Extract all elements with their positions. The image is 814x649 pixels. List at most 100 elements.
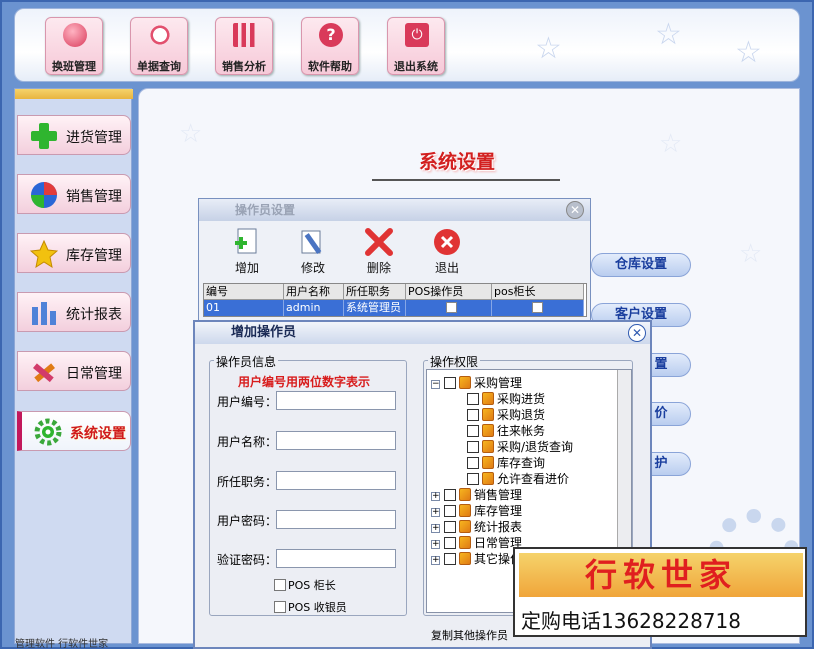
tree-node-label: 往来帐务 xyxy=(497,424,546,438)
title-underline xyxy=(372,179,560,181)
pos-chief-checkbox[interactable]: POS 柜长 xyxy=(274,577,336,593)
folder-icon xyxy=(459,376,471,389)
close-icon[interactable]: ✕ xyxy=(628,324,646,342)
pos-chief-checkbox[interactable] xyxy=(532,302,543,313)
tree-leaf[interactable]: 采购/退货查询 xyxy=(467,438,573,455)
folder-icon xyxy=(482,456,494,469)
tree-node-purchase[interactable]: − 采购管理 xyxy=(431,374,522,391)
sidebar-item-purchase[interactable]: 进货管理 xyxy=(17,115,131,155)
confirm-password-input[interactable] xyxy=(276,549,396,568)
tree-node-label: 库存查询 xyxy=(497,456,546,470)
shift-management-button[interactable]: 换班管理 xyxy=(45,17,103,75)
collapse-icon[interactable]: − xyxy=(431,380,440,389)
column-header[interactable]: 编号 xyxy=(204,284,284,300)
add-operator-button[interactable]: 增加 xyxy=(227,227,267,277)
sidebar-item-settings[interactable]: 系统设置 xyxy=(17,411,131,451)
tree-node-sales[interactable]: + 销售管理 xyxy=(431,486,522,503)
tree-leaf[interactable]: 采购进货 xyxy=(467,390,545,407)
table-row[interactable]: 01 admin 系统管理员 xyxy=(204,300,586,316)
decor-star-icon: ☆ xyxy=(735,35,762,70)
watermark-brand: 行软世家 xyxy=(519,553,803,597)
checkbox[interactable] xyxy=(467,425,479,437)
sidebar-item-daily[interactable]: 日常管理 xyxy=(17,351,131,391)
delete-x-icon xyxy=(364,227,394,257)
sales-analysis-button[interactable]: 销售分析 xyxy=(215,17,273,75)
delete-operator-button[interactable]: 删除 xyxy=(359,227,399,277)
checkbox[interactable] xyxy=(467,409,479,421)
help-icon: ? xyxy=(319,23,343,47)
tree-node-other[interactable]: + 其它操作 xyxy=(431,550,522,567)
decor-star-icon: ☆ xyxy=(179,119,203,149)
folder-icon xyxy=(482,440,494,453)
column-header[interactable]: POS操作员 xyxy=(406,284,492,300)
checkbox[interactable] xyxy=(467,393,479,405)
checkbox[interactable] xyxy=(444,553,456,565)
tree-node-label: 允许查看进价 xyxy=(497,472,570,486)
checkbox[interactable] xyxy=(467,441,479,453)
folder-icon xyxy=(459,504,471,517)
checkbox[interactable] xyxy=(467,473,479,485)
folder-icon xyxy=(482,472,494,485)
tree-node-inventory[interactable]: + 库存管理 xyxy=(431,502,522,519)
user-id-input[interactable] xyxy=(276,391,396,410)
sidebar-item-inventory[interactable]: 库存管理 xyxy=(17,233,131,273)
column-header[interactable]: 用户名称 xyxy=(284,284,344,300)
folder-icon xyxy=(459,536,471,549)
tree-node-daily[interactable]: + 日常管理 xyxy=(431,534,522,551)
checkbox[interactable] xyxy=(444,377,456,389)
pos-operator-checkbox[interactable] xyxy=(446,302,457,313)
operator-window-title: 操作员设置 xyxy=(199,199,590,221)
copy-operator-link[interactable]: 复制其他操作员 xyxy=(431,627,508,643)
checkbox[interactable] xyxy=(467,457,479,469)
checkbox[interactable] xyxy=(444,521,456,533)
tree-leaf[interactable]: 允许查看进价 xyxy=(467,470,569,487)
checkbox[interactable] xyxy=(444,489,456,501)
operator-info-group: 操作员信息 用户编号用两位数字表示 用户编号： 用户名称： 所任职务： 用户密码… xyxy=(209,353,407,616)
expand-icon[interactable]: + xyxy=(431,556,440,565)
software-help-button[interactable]: ? 软件帮助 xyxy=(301,17,359,75)
confirm-password-label: 验证密码： xyxy=(217,553,278,567)
column-header[interactable]: pos柜长 xyxy=(492,284,584,300)
checkbox-label: POS 柜长 xyxy=(288,579,336,592)
tree-leaf[interactable]: 库存查询 xyxy=(467,454,545,471)
checkbox[interactable] xyxy=(444,537,456,549)
magnifier-icon xyxy=(148,23,172,47)
tree-leaf[interactable]: 往来帐务 xyxy=(467,422,545,439)
close-icon[interactable]: ✕ xyxy=(566,201,584,219)
tree-node-reports[interactable]: + 统计报表 xyxy=(431,518,522,535)
plus-icon xyxy=(30,122,58,150)
warehouse-settings-button[interactable]: 仓库设置 xyxy=(591,253,691,277)
checkbox[interactable] xyxy=(444,505,456,517)
expand-icon[interactable]: + xyxy=(431,524,440,533)
folder-icon xyxy=(459,488,471,501)
edit-operator-button[interactable]: 修改 xyxy=(293,227,333,277)
expand-icon[interactable]: + xyxy=(431,508,440,517)
bar-chart-icon xyxy=(233,23,257,47)
exit-operator-button[interactable]: 退出 xyxy=(427,227,467,277)
column-header[interactable]: 所任职务 xyxy=(344,284,406,300)
table-cell: admin xyxy=(284,300,344,316)
user-name-input[interactable] xyxy=(276,431,396,450)
tree-node-label: 统计报表 xyxy=(474,520,523,534)
group-title: 操作权限 xyxy=(428,353,481,370)
document-query-button[interactable]: 单据查询 xyxy=(130,17,188,75)
decor-star-icon: ☆ xyxy=(739,239,763,269)
table-cell: 系统管理员 xyxy=(344,300,406,316)
job-title-input[interactable] xyxy=(276,471,396,490)
exit-icon xyxy=(432,227,462,257)
decor-star-icon: ☆ xyxy=(655,17,682,52)
user-id-label: 用户编号： xyxy=(217,395,278,409)
password-input[interactable] xyxy=(276,510,396,529)
expand-icon[interactable]: + xyxy=(431,492,440,501)
expand-icon[interactable]: + xyxy=(431,540,440,549)
sidebar-item-reports[interactable]: 统计报表 xyxy=(17,292,131,332)
pos-cashier-checkbox[interactable]: POS 收银员 xyxy=(274,599,347,615)
group-title: 操作员信息 xyxy=(214,353,279,370)
tree-leaf[interactable]: 采购退货 xyxy=(467,406,545,423)
sidebar-top-strip xyxy=(15,89,133,99)
folder-icon xyxy=(459,520,471,533)
exit-system-button[interactable]: ⏻ 退出系统 xyxy=(387,17,445,75)
power-icon: ⏻ xyxy=(405,23,429,47)
tree-node-label: 销售管理 xyxy=(474,488,523,502)
sidebar-item-sales[interactable]: 销售管理 xyxy=(17,174,131,214)
